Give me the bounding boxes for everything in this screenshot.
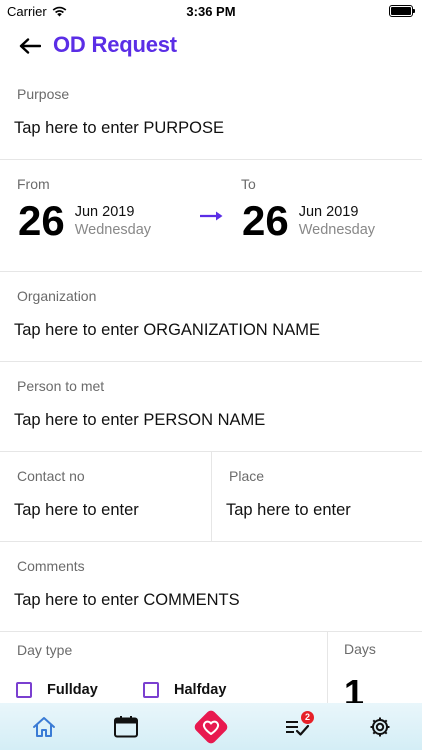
fullday-label: Fullday: [47, 682, 98, 698]
fullday-option[interactable]: Fullday: [16, 682, 98, 698]
back-arrow-icon: [19, 38, 41, 54]
comments-input[interactable]: Tap here to enter COMMENTS: [14, 591, 240, 610]
place-input[interactable]: Tap here to enter: [226, 501, 351, 520]
person-input[interactable]: Tap here to enter PERSON NAME: [14, 411, 265, 430]
contact-label: Contact no: [17, 468, 85, 484]
gear-icon: [370, 717, 390, 736]
from-date-picker[interactable]: 26 Jun 2019 Wednesday: [18, 200, 151, 242]
purpose-input[interactable]: Tap here to enter PURPOSE: [14, 119, 224, 138]
from-weekday: Wednesday: [74, 222, 152, 238]
tab-settings[interactable]: [350, 703, 410, 750]
halfday-label: Halfday: [174, 682, 227, 698]
tab-tasks[interactable]: 2: [267, 703, 327, 750]
place-label: Place: [229, 468, 265, 484]
status-time: 3:36 PM: [186, 4, 236, 19]
back-button[interactable]: [14, 31, 46, 61]
contact-place-section: Contact no Tap here to enter Place Tap h…: [0, 452, 422, 542]
calendar-icon: [114, 715, 138, 737]
nav-bar: OD Request: [0, 22, 422, 70]
tab-bar: 2: [0, 703, 422, 750]
day-type-label: Day type: [17, 642, 73, 658]
purpose-section: Purpose Tap here to enter PURPOSE: [0, 70, 422, 160]
status-bar: Carrier 3:36 PM: [0, 0, 422, 22]
tab-favorites[interactable]: [181, 703, 241, 750]
arrow-right-icon: [200, 211, 223, 221]
to-label: To: [241, 176, 256, 192]
person-label: Person to met: [17, 378, 105, 394]
notification-badge: 2: [301, 711, 314, 724]
days-divider: [327, 632, 328, 703]
heart-icon: [194, 710, 228, 743]
page-title: OD Request: [53, 32, 177, 57]
comments-label: Comments: [17, 558, 85, 574]
person-section: Person to met Tap here to enter PERSON N…: [0, 362, 422, 452]
home-icon: [33, 716, 55, 737]
to-day: 26: [242, 197, 289, 244]
days-label: Days: [344, 641, 376, 657]
contact-input[interactable]: Tap here to enter: [14, 501, 139, 520]
to-month-year: Jun 2019: [298, 204, 359, 220]
fullday-checkbox[interactable]: [16, 682, 32, 698]
to-date-meta: Jun 2019 Wednesday: [299, 203, 375, 239]
comments-section: Comments Tap here to enter COMMENTS: [0, 542, 422, 632]
halfday-checkbox[interactable]: [143, 682, 159, 698]
to-date-picker[interactable]: 26 Jun 2019 Wednesday: [242, 200, 375, 242]
day-type-section: Day type Fullday Halfday Days 1: [0, 632, 422, 713]
tab-home[interactable]: [14, 703, 74, 750]
column-divider: [211, 452, 212, 541]
purpose-label: Purpose: [17, 86, 70, 102]
to-weekday: Wednesday: [298, 222, 376, 238]
halfday-option[interactable]: Halfday: [143, 682, 226, 698]
organization-section: Organization Tap here to enter ORGANIZAT…: [0, 272, 422, 362]
from-month-year: Jun 2019: [74, 204, 135, 220]
battery-icon: [389, 5, 415, 17]
from-label: From: [17, 176, 50, 192]
organization-input[interactable]: Tap here to enter ORGANIZATION NAME: [14, 321, 320, 340]
tab-calendar[interactable]: [96, 703, 156, 750]
from-date-meta: Jun 2019 Wednesday: [75, 203, 151, 239]
date-range-section: From 26 Jun 2019 Wednesday To 26 Jun 201…: [0, 160, 422, 272]
from-day: 26: [18, 197, 65, 244]
organization-label: Organization: [17, 288, 97, 304]
